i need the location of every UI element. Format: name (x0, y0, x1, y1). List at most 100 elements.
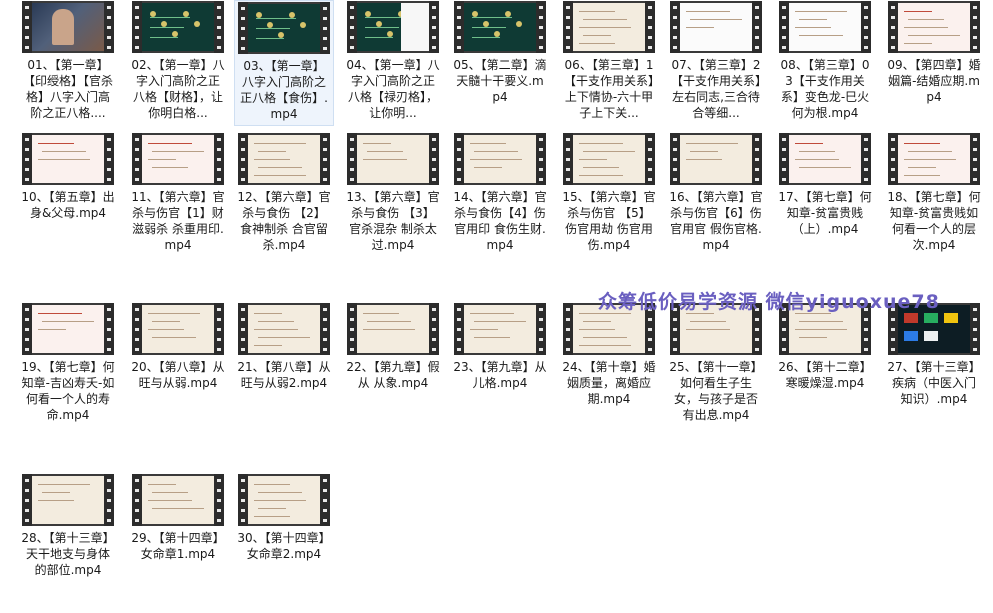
file-item[interactable]: 16、【第六章】官杀与伤官【6】伤官用官 假伤官格.mp4 (666, 132, 766, 258)
text-line (904, 175, 940, 176)
file-item[interactable]: 22、【第九章】假从 从象.mp4 (343, 302, 443, 428)
film-strip-left (22, 303, 32, 355)
diagram-line (472, 27, 506, 28)
thumbnail-frame (32, 476, 104, 524)
film-strip-right (861, 133, 871, 185)
text-line (258, 508, 286, 509)
video-thumbnail (22, 303, 114, 355)
file-item[interactable]: 13、【第六章】官杀与食伤 【3】官杀混杂 制杀太过.mp4 (343, 132, 443, 258)
file-item[interactable]: 02、【第一章】八字入门高阶之正八格【财格】，让你明白格... (128, 0, 228, 126)
film-strip-right (104, 303, 114, 355)
file-item[interactable]: 24、【第十章】婚姻质量，离婚应期.mp4 (559, 302, 659, 428)
text-line (904, 11, 932, 12)
text-line (474, 167, 502, 168)
file-name: 14、【第六章】官杀与食伤【4】伤官用印 食伤生财.mp4 (453, 190, 547, 252)
file-name: 26、【第十二章】寒暖燥湿.mp4 (778, 360, 872, 390)
text-line (152, 321, 180, 322)
file-item[interactable]: 10、【第五章】出身&父母.mp4 (18, 132, 118, 258)
text-line (908, 151, 952, 152)
thumbnail-frame (32, 135, 104, 183)
file-item[interactable]: 17、【第七章】何知章-贫富贵贱（上）.mp4 (775, 132, 875, 258)
file-item[interactable]: 20、【第八章】从旺与从弱.mp4 (128, 302, 228, 428)
text-line (254, 175, 306, 176)
text-line (583, 151, 635, 152)
text-line (254, 516, 290, 517)
text-line (363, 329, 415, 330)
file-item[interactable]: 11、【第六章】官杀与伤官【1】财滋弱杀 杀重用印.mp4 (128, 132, 228, 258)
text-line (686, 329, 730, 330)
film-strip-right (645, 133, 655, 185)
file-item[interactable]: 18、【第七章】何知章-贫富贵贱如何看一个人的层次.mp4 (884, 132, 984, 258)
file-item[interactable]: 15、【第六章】官杀与伤官 【5】伤官用劫 伤官用伤.mp4 (559, 132, 659, 258)
video-thumbnail (347, 303, 439, 355)
file-item[interactable]: 28、【第十三章】天干地支与身体的部位.mp4 (18, 473, 118, 599)
text-line (254, 143, 306, 144)
file-item[interactable]: 23、【第九章】从儿格.mp4 (450, 302, 550, 428)
film-strip-right (214, 1, 224, 53)
diagram-line (472, 17, 512, 18)
film-strip-left (779, 1, 789, 53)
text-line (686, 27, 714, 28)
text-line (254, 484, 290, 485)
file-item[interactable]: 25、【第十一章】如何看生子生女，与孩子是否有出息.mp4 (666, 302, 766, 428)
text-line (38, 484, 90, 485)
file-item[interactable]: 01、【第一章】【印绶格】【官杀格】八字入门高阶之正八格.... (18, 0, 118, 126)
presenter-figure (52, 9, 74, 45)
file-item[interactable]: 27、【第十三章】疾病（中医入门知识）.mp4 (884, 302, 984, 428)
film-strip-left (670, 133, 680, 185)
text-line (904, 27, 948, 28)
video-thumbnail (779, 1, 871, 53)
text-line (579, 27, 631, 28)
file-name: 29、【第十四章】女命章1.mp4 (131, 531, 225, 561)
file-item[interactable]: 07、【第三章】2【干支作用关系】左右同志,三合待合等细... (666, 0, 766, 126)
video-thumbnail (132, 133, 224, 185)
file-item[interactable]: 30、【第十四章】女命章2.mp4 (234, 473, 334, 599)
diagram-line (256, 38, 284, 39)
file-item[interactable]: 12、【第六章】官杀与食伤 【2】食神制杀 合官留杀.mp4 (234, 132, 334, 258)
text-line (470, 159, 522, 160)
film-strip-left (888, 1, 898, 53)
film-strip-left (238, 133, 248, 185)
file-item[interactable]: 05、【第二章】滴天髓十干要义.mp4 (450, 0, 550, 126)
file-item[interactable]: 08、【第三章】03【干支作用关系】变色龙-巳火何为根.mp4 (775, 0, 875, 126)
film-strip-right (645, 1, 655, 53)
file-item[interactable]: 14、【第六章】官杀与食伤【4】伤官用印 食伤生财.mp4 (450, 132, 550, 258)
file-name: 01、【第一章】【印绶格】【官杀格】八字入门高阶之正八格.... (22, 58, 113, 120)
file-item[interactable]: 06、【第三章】1【干支作用关系】上下情协-六十甲子上下关... (559, 0, 659, 126)
film-strip-left (347, 303, 357, 355)
video-thumbnail (347, 1, 439, 53)
video-thumbnail (238, 2, 330, 54)
file-item[interactable]: 21、【第八章】从旺与从弱2.mp4 (234, 302, 334, 428)
file-item[interactable]: 03、【第一章】八字入门高阶之正八格【食伤】.mp4 (234, 0, 334, 126)
thumbnail-frame (357, 305, 429, 353)
text-line (908, 35, 960, 36)
video-thumbnail (22, 133, 114, 185)
film-strip-right (104, 133, 114, 185)
text-line (795, 27, 831, 28)
film-strip-left (132, 474, 142, 526)
text-line (583, 167, 619, 168)
video-thumbnail (563, 1, 655, 53)
thumbnail-frame (464, 305, 536, 353)
thumbnail-frame (573, 135, 645, 183)
text-line (38, 143, 74, 144)
file-item[interactable]: 09、【第四章】婚姻篇-结婚应期.mp4 (884, 0, 984, 126)
thumbnail-frame (464, 135, 536, 183)
file-item[interactable]: 19、【第七章】何知章-吉凶寿夭-如何看一个人的寿命.mp4 (18, 302, 118, 428)
text-line (38, 159, 90, 160)
file-item[interactable]: 04、【第一章】八字入门高阶之正八格【禄刃格】，让你明... (343, 0, 443, 126)
thumbnail-frame (898, 3, 970, 51)
file-item[interactable]: 29、【第十四章】女命章1.mp4 (128, 473, 228, 599)
thumbnail-frame (32, 3, 104, 51)
film-strip-left (22, 1, 32, 53)
text-line (152, 492, 188, 493)
film-strip-left (454, 303, 464, 355)
text-line (583, 19, 627, 20)
text-line (795, 329, 847, 330)
film-strip-right (536, 1, 546, 53)
film-strip-left (563, 303, 573, 355)
film-strip-left (22, 133, 32, 185)
file-item[interactable]: 26、【第十二章】寒暖燥湿.mp4 (775, 302, 875, 428)
color-block (944, 313, 958, 323)
text-line (148, 143, 192, 144)
